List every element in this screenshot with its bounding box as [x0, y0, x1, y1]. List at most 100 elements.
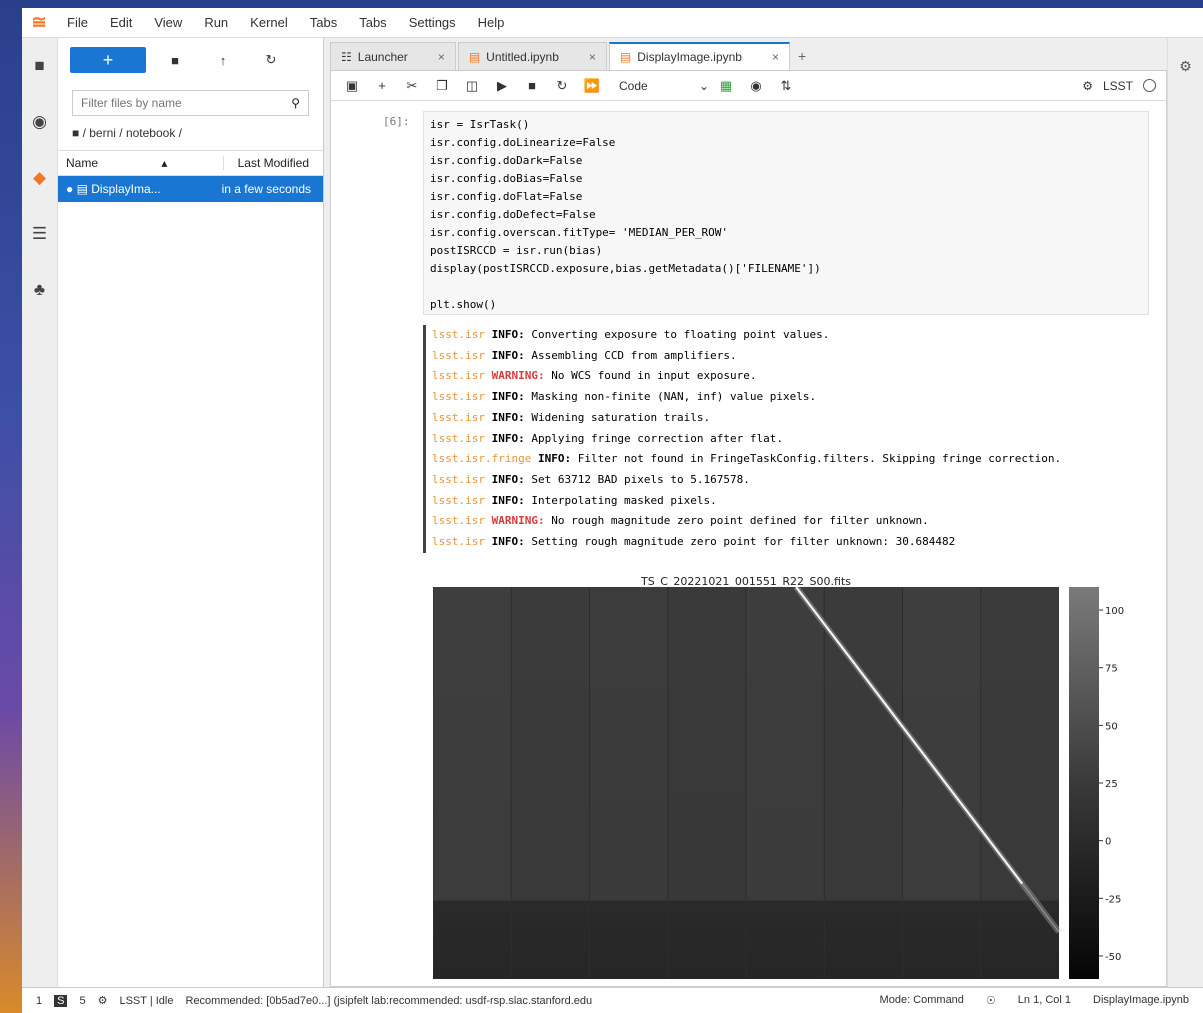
- code-line: isr.config.doDark=False: [430, 154, 583, 167]
- code-line: display(postISRCCD.exposure,bias.getMeta…: [430, 262, 821, 275]
- code-cell-editor[interactable]: isr = IsrTask() isr.config.doLinearize=Fa…: [423, 111, 1149, 315]
- running-icon[interactable]: ◉: [22, 94, 57, 150]
- toc-icon[interactable]: ☰: [22, 206, 57, 262]
- upload-icon[interactable]: ↑: [204, 53, 242, 68]
- log-message: Interpolating masked pixels.: [531, 493, 717, 507]
- insert-cell-icon[interactable]: +: [369, 78, 395, 93]
- code-line: postISRCCD = isr.run(bias): [430, 244, 603, 257]
- status-filename: DisplayImage.ipynb: [1093, 994, 1189, 1006]
- folder-icon[interactable]: ■: [22, 38, 57, 94]
- stop-icon[interactable]: ■: [519, 78, 545, 93]
- tab-label: Untitled.ipynb: [486, 49, 559, 64]
- jupyterlab-window: ≅ File Edit View Run Kernel Tabs Tabs Se…: [22, 8, 1203, 1013]
- file-filter-input[interactable]: [81, 96, 292, 110]
- kernel-indicator[interactable]: ⚙ LSST: [1082, 79, 1166, 93]
- log-line: lsst.isr INFO: Widening saturation trail…: [423, 407, 1149, 429]
- log-source: lsst.isr: [432, 535, 485, 549]
- shield-icon[interactable]: ☉: [986, 994, 996, 1007]
- tab-label: Launcher: [357, 49, 408, 64]
- column-name-header[interactable]: Name ▴: [62, 156, 223, 170]
- colorbar-tick-label: 50: [1105, 721, 1118, 732]
- cursor-position[interactable]: Ln 1, Col 1: [1018, 994, 1071, 1007]
- close-icon[interactable]: ×: [438, 50, 445, 64]
- new-launcher-button[interactable]: +: [70, 47, 146, 73]
- mode-indicator[interactable]: Mode: Command: [880, 994, 964, 1007]
- launcher-icon: ☷: [341, 49, 352, 64]
- code-line: isr = IsrTask(): [430, 118, 530, 131]
- breadcrumb[interactable]: ■ / berni / notebook /: [58, 116, 323, 150]
- property-inspector-icon[interactable]: ⚙: [1168, 38, 1203, 94]
- log-message: No WCS found in input exposure.: [551, 369, 757, 383]
- log-line: lsst.isr INFO: Setting rough magnitude z…: [423, 532, 1149, 553]
- menu-settings[interactable]: Settings: [398, 15, 467, 30]
- amp-segment: [824, 587, 903, 901]
- log-line: lsst.isr INFO: Set 63712 BAD pixels to 5…: [423, 469, 1149, 491]
- log-source: lsst.isr: [432, 431, 485, 445]
- tab-launcher[interactable]: ☷ Launcher ×: [330, 42, 456, 70]
- table-icon[interactable]: ▦: [713, 78, 739, 94]
- log-level: INFO:: [531, 452, 578, 466]
- restart-icon[interactable]: ↻: [549, 78, 575, 94]
- column-modified-header[interactable]: Last Modified: [223, 156, 323, 170]
- terminal-icon[interactable]: S: [54, 994, 68, 1007]
- paste-icon[interactable]: ◫: [459, 78, 485, 94]
- git-diff-icon[interactable]: ⇅: [773, 78, 799, 94]
- log-source: lsst.isr: [432, 493, 485, 507]
- cut-icon[interactable]: ✂: [399, 78, 425, 94]
- menu-view[interactable]: View: [143, 15, 193, 30]
- log-level: INFO:: [484, 431, 532, 445]
- settings-icon[interactable]: ⚙: [98, 994, 108, 1007]
- amp-segment: [980, 587, 1059, 901]
- breadcrumb-path[interactable]: / berni / notebook /: [83, 126, 182, 140]
- menu-kernel[interactable]: Kernel: [239, 15, 299, 30]
- bug-icon[interactable]: ⚙: [1082, 79, 1093, 93]
- close-icon[interactable]: ×: [589, 50, 596, 64]
- close-icon[interactable]: ×: [772, 50, 779, 64]
- menu-edit[interactable]: Edit: [99, 15, 143, 30]
- code-line: isr.config.doLinearize=False: [430, 136, 616, 149]
- log-message: Set 63712 BAD pixels to 5.167578.: [531, 472, 750, 486]
- kernel-status[interactable]: LSST | Idle: [119, 995, 173, 1007]
- plot-svg: 100 75 50 25 0 -25 -50: [433, 587, 1124, 979]
- log-message: Setting rough magnitude zero point for f…: [531, 535, 956, 549]
- github-icon[interactable]: ◉: [743, 78, 769, 94]
- notebook-file-icon: ● ▤: [66, 182, 88, 196]
- menu-run[interactable]: Run: [193, 15, 239, 30]
- colorbar-tick-label: 100: [1105, 606, 1124, 617]
- save-icon[interactable]: ▣: [339, 78, 365, 94]
- menu-help[interactable]: Help: [467, 15, 516, 30]
- log-line: lsst.isr WARNING: No rough magnitude zer…: [423, 511, 1149, 533]
- refresh-icon[interactable]: ↻: [252, 52, 290, 68]
- extension-icon[interactable]: ♣: [22, 262, 57, 318]
- menu-file[interactable]: File: [56, 15, 99, 30]
- log-message: Widening saturation trails.: [531, 410, 711, 424]
- fast-forward-icon[interactable]: ⏩: [579, 78, 605, 94]
- file-row[interactable]: ● ▤ DisplayIma... in a few seconds: [58, 176, 323, 202]
- menu-bar: ≅ File Edit View Run Kernel Tabs Tabs Se…: [22, 8, 1203, 38]
- new-folder-icon[interactable]: ■: [156, 53, 194, 68]
- recommended-image: Recommended: [0b5ad7e0...] (jsipfelt lab…: [185, 994, 593, 1007]
- tab-untitled[interactable]: ▤ Untitled.ipynb ×: [457, 42, 607, 70]
- run-icon[interactable]: ▶: [489, 78, 515, 94]
- log-message: Masking non-finite (NAN, inf) value pixe…: [531, 390, 817, 404]
- tab-displayimage[interactable]: ▤ DisplayImage.ipynb ×: [608, 42, 790, 70]
- cell-type-value: Code: [619, 78, 648, 93]
- colorbar-tick-label: 25: [1105, 779, 1118, 790]
- add-tab-icon[interactable]: +: [798, 48, 806, 64]
- notebook-toolbar: ▣ + ✂ ❐ ◫ ▶ ■ ↻ ⏩ Code ⌄ ▦ ◉ ⇅ ⚙ LSST: [331, 71, 1166, 101]
- menu-tabs-2[interactable]: Tabs: [348, 15, 397, 30]
- copy-icon[interactable]: ❐: [429, 78, 455, 94]
- status-bar: 1 S 5 ⚙ LSST | Idle Recommended: [0b5ad7…: [22, 987, 1203, 1013]
- menu-tabs[interactable]: Tabs: [299, 15, 348, 30]
- colorbar-tick-label: 75: [1105, 664, 1118, 675]
- amp-segment: [667, 587, 746, 901]
- notebook-icon: ▤: [619, 50, 632, 64]
- log-line: lsst.isr INFO: Masking non-finite (NAN, …: [423, 387, 1149, 408]
- git-icon[interactable]: ◆: [22, 150, 57, 206]
- code-line: isr.config.doFlat=False: [430, 190, 583, 203]
- colorbar-tick-label: -25: [1105, 894, 1121, 905]
- log-level: WARNING:: [484, 514, 552, 528]
- code-line: plt.show(): [430, 298, 497, 311]
- cell-type-select[interactable]: Code ⌄: [619, 79, 709, 93]
